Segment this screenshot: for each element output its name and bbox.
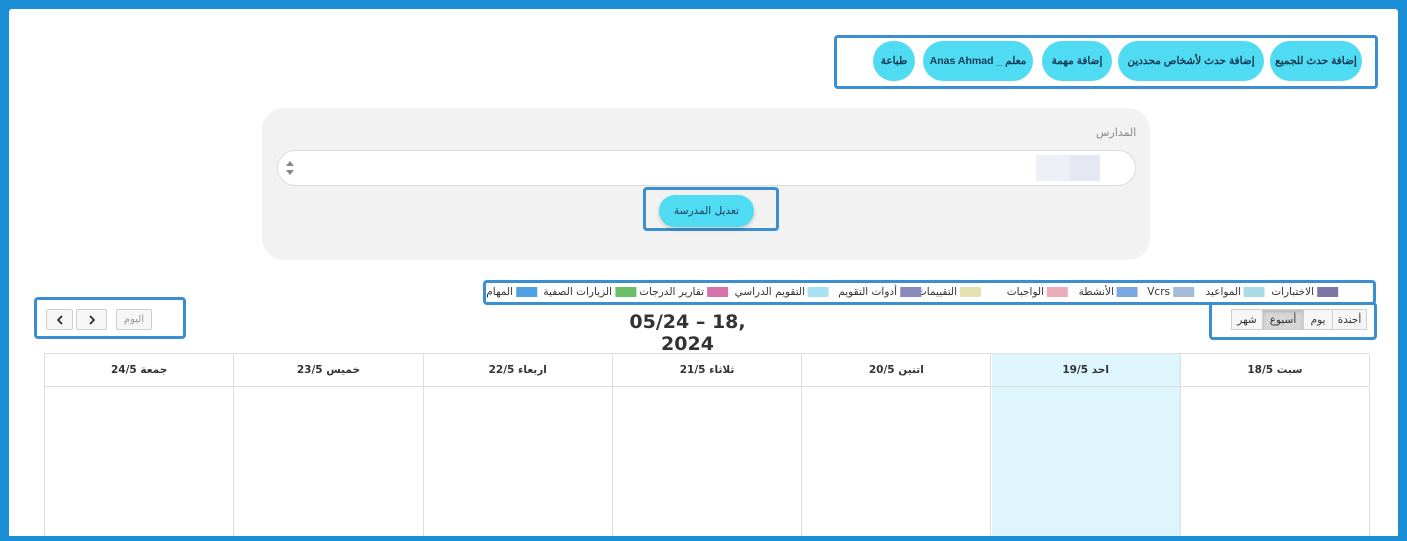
view-week-button[interactable]: أسبوع	[1262, 309, 1304, 330]
legend-label: الأنشطة	[1078, 286, 1114, 298]
today-button[interactable]: اليوم	[116, 309, 152, 330]
legend-item: أدوات التقويم	[838, 285, 921, 299]
day-column-today[interactable]: احد 19/5	[991, 354, 1181, 541]
schools-select[interactable]	[277, 150, 1136, 186]
legend-swatch	[900, 287, 921, 297]
legend-swatch	[960, 287, 981, 297]
next-button[interactable]	[76, 309, 107, 330]
day-header: احد 19/5	[991, 354, 1180, 387]
legend-item: المهام	[486, 285, 537, 299]
window-bottom-edge	[0, 536, 1407, 541]
day-header: اربعاء 22/5	[423, 354, 612, 387]
legend-label: التقييمات	[916, 286, 957, 298]
legend-label: الاختبارات	[1271, 286, 1314, 298]
day-header: جمعة 24/5	[45, 354, 234, 387]
prev-button[interactable]	[46, 309, 73, 330]
legend-label: تقارير الدرجات	[639, 286, 704, 298]
day-column[interactable]: اتنين 20/5	[802, 354, 992, 541]
day-header: سبت 18/5	[1180, 354, 1370, 387]
legend-label: Vcrs	[1147, 286, 1170, 298]
teacher-button[interactable]: Anas Ahmad _ معلم	[923, 41, 1033, 81]
view-day-button[interactable]: يوم	[1303, 309, 1333, 330]
legend-item: المواعيد	[1206, 285, 1265, 299]
legend-item: الأنشطة	[1079, 285, 1138, 299]
day-column[interactable]: خميس 23/5	[234, 354, 424, 541]
schools-label: المدارس	[1096, 126, 1137, 139]
day-column[interactable]: سبت 18/5	[1180, 354, 1371, 541]
legend-label: التقويم الدراسي	[734, 286, 805, 298]
legend-label: المهام	[486, 286, 513, 298]
add-event-all-button[interactable]: إضافة حدث للجميع	[1270, 41, 1362, 81]
view-month-button[interactable]: شهر	[1231, 309, 1263, 330]
legend-swatch	[516, 287, 537, 297]
legend-swatch	[1317, 287, 1338, 297]
day-column[interactable]: ثلاثاء 21/5	[612, 354, 803, 541]
legend-swatch	[707, 287, 728, 297]
school-value-block	[1070, 155, 1100, 181]
legend-item: Vcrs	[1147, 285, 1194, 299]
legend-swatch	[1047, 287, 1068, 297]
legend-label: الزيارات الصفية	[543, 286, 612, 298]
legend-swatch	[808, 287, 829, 297]
day-header: ثلاثاء 21/5	[612, 354, 802, 387]
add-task-button[interactable]: إضافة مهمة	[1042, 41, 1112, 81]
legend-item: الزيارات الصفية	[543, 285, 636, 299]
edit-school-button[interactable]: تعديل المدرسة	[659, 195, 754, 227]
legend-swatch	[615, 287, 636, 297]
legend-item: تقارير الدرجات	[639, 285, 728, 299]
window-top-edge	[0, 0, 1407, 9]
print-button[interactable]: طباعة	[873, 41, 915, 81]
legend-item: التقويم الدراسي	[735, 285, 829, 299]
sort-arrows-icon	[286, 161, 294, 175]
day-column[interactable]: اربعاء 22/5	[423, 354, 613, 541]
school-value-block	[1036, 155, 1070, 181]
legend-swatch	[1117, 287, 1138, 297]
legend-label: المواعيد	[1205, 286, 1241, 298]
add-event-specific-button[interactable]: إضافة حدث لأشخاص محددين	[1118, 41, 1264, 81]
legend-label: الواجبات	[1006, 286, 1044, 298]
day-header: خميس 23/5	[234, 354, 423, 387]
legend-label: أدوات التقويم	[838, 286, 897, 298]
week-calendar: سبت 18/5 احد 19/5 اتنين 20/5 ثلاثاء 21/5 ارب…	[44, 353, 1371, 541]
legend-item: الاختبارات	[1271, 285, 1338, 299]
chevron-left-icon	[56, 314, 63, 325]
calendar-title: 05/24 – 18, 2024	[629, 311, 746, 355]
legend-swatch	[1244, 287, 1265, 297]
legend-item: الواجبات	[1007, 285, 1068, 299]
day-column[interactable]: جمعة 24/5	[45, 354, 235, 541]
legend-swatch	[1173, 287, 1194, 297]
view-agenda-button[interactable]: أجندة	[1332, 309, 1367, 330]
legend-item: التقييمات	[917, 285, 981, 299]
chevron-right-icon	[88, 314, 95, 325]
day-header: اتنين 20/5	[802, 354, 991, 387]
